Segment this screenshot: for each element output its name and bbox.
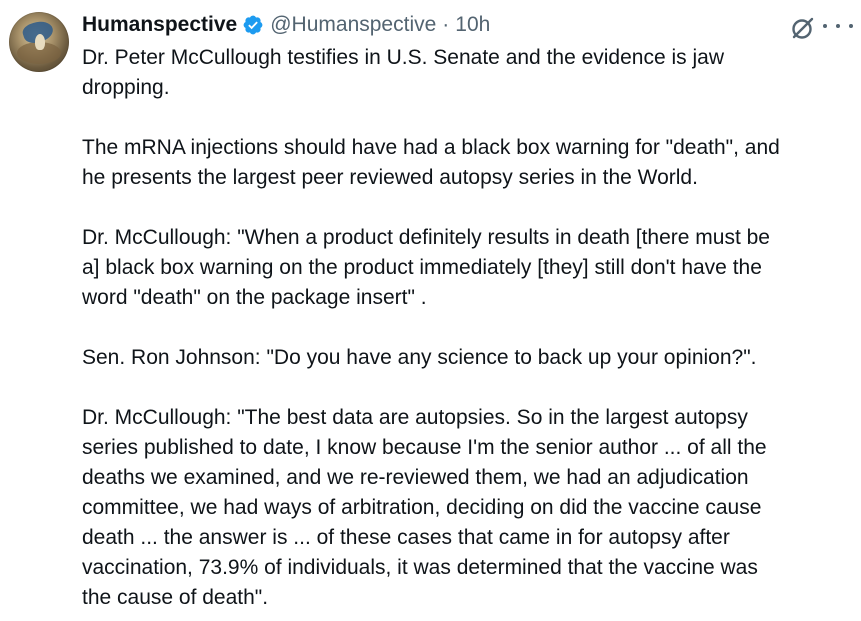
tweet-paragraph: The mRNA injections should have had a bl… [82,136,780,189]
tweet-text: Dr. Peter McCullough testifies in U.S. S… [82,43,854,613]
more-dot [849,24,853,28]
timestamp[interactable]: 10h [455,13,490,37]
more-dot [823,24,827,28]
author-display-name[interactable]: Humanspective [82,13,237,37]
avatar-shape [35,34,45,50]
more-options-icon[interactable] [823,15,853,37]
tweet-paragraph: Dr. McCullough: "When a product definite… [82,226,770,309]
tweet-header: Humanspective @Humanspective · 10h [82,10,490,40]
tweet-paragraph: Dr. Peter McCullough testifies in U.S. S… [82,46,724,99]
verified-badge-icon[interactable] [242,14,264,36]
tweet-paragraph: Dr. McCullough: "The best data are autop… [82,406,767,609]
grok-icon[interactable] [790,15,816,41]
avatar[interactable] [9,12,69,72]
separator-dot: · [442,13,450,36]
tweet: Humanspective @Humanspective · 10h Dr. P… [0,0,861,621]
more-dot [836,24,840,28]
author-handle[interactable]: @Humanspective [270,13,436,37]
tweet-paragraph: Sen. Ron Johnson: "Do you have any scien… [82,346,757,369]
